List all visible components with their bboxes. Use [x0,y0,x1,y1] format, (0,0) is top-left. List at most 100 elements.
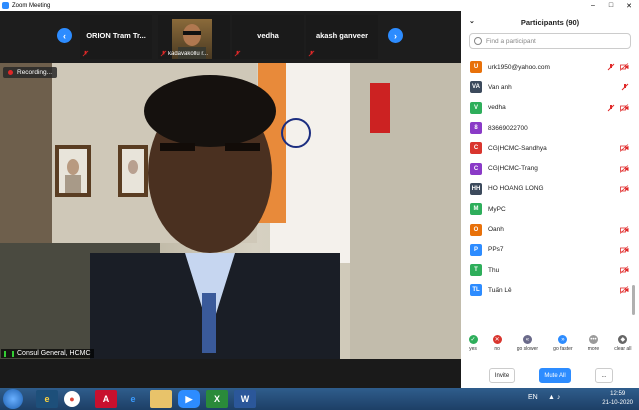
reaction-go-faster-button[interactable]: » go faster [553,335,573,359]
recording-indicator[interactable]: Recording... [3,67,58,78]
thumbnail-name: ORION Tram Tr... [86,31,146,40]
participant-search-input[interactable]: Find a participant [469,33,631,49]
avatar: VA [470,81,482,94]
participant-name: MyPC [488,205,506,213]
reaction-icon: ••• [588,335,598,344]
search-placeholder: Find a participant [486,37,536,45]
participant-row[interactable]: T Thu [461,260,639,280]
edge-icon[interactable]: e [122,390,144,408]
video-off-icon [620,185,629,193]
more-options-button[interactable]: ... [595,368,613,383]
recording-label: Recording... [17,69,53,76]
thumbnail-tile[interactable]: akash ganveer [306,15,378,59]
participant-status-icons [620,144,629,153]
participant-row[interactable]: C CG|HCMC-Sandhya [461,138,639,158]
recording-dot-icon [8,70,13,75]
taskbar-clock[interactable]: 12:59 21-10-2020 [602,390,633,408]
participant-list-scrollbar[interactable] [632,285,635,315]
avatar: M [470,203,482,216]
avatar: 8 [470,122,482,135]
thumbnail-tile[interactable]: kadavakollu r... [158,15,230,59]
participant-row[interactable]: O Oanh [461,219,639,239]
excel-icon[interactable]: X [206,390,228,408]
participants-panel: ⌄ Participants (90) Find a participant U… [461,11,639,388]
nonverbal-feedback-bar: ✓ yes ✕ no « go slower » go faster ••• more ◆ clear… [461,335,639,359]
participant-status-icons [607,63,629,71]
close-button[interactable]: ✕ [621,0,637,11]
clock-time: 12:59 [610,391,626,397]
zoom-app-icon[interactable]: ▶ [178,390,200,408]
reaction-no-button[interactable]: ✕ no [492,335,502,359]
reaction-yes-button[interactable]: ✓ yes [468,335,478,359]
speaker-scene [0,63,461,359]
reaction-label: clear all [614,346,632,352]
participant-status-icons [620,225,629,234]
tray-language[interactable]: EN [528,394,538,401]
thumbnail-name: akash ganveer [315,31,369,40]
file-explorer-icon[interactable] [150,390,172,408]
thumbnail-name: kadavakollu r... [168,51,209,57]
participant-name: Oanh [488,226,504,234]
participant-row[interactable]: TL Tuấn Lê [461,280,639,300]
mute-all-button[interactable]: Mute All [539,368,571,383]
minimize-button[interactable]: – [585,0,601,11]
reaction-label: more [587,346,600,352]
participant-name: 83669022700 [488,124,528,132]
participants-header: ⌄ Participants (90) [461,11,639,33]
participant-row[interactable]: 8 83669022700 [461,118,639,138]
collapse-chevron-icon[interactable]: ⌄ [469,17,475,25]
word-icon[interactable]: W [234,390,256,408]
participant-name: urk1950@yahoo.com [488,63,550,71]
participant-row[interactable]: C CG|HCMC-Trang [461,158,639,178]
video-off-icon [620,63,629,71]
clock-date: 21-10-2020 [602,400,633,406]
audio-level-icon [4,350,14,357]
participant-row[interactable]: P PPs7 [461,240,639,260]
participant-status-icons [620,246,629,254]
participant-status-icons [620,164,629,173]
participant-row[interactable]: VA Van anh [461,77,639,97]
ie-icon[interactable]: e [36,390,58,408]
avatar: P [470,243,482,256]
reaction-more-button[interactable]: ••• more [588,335,599,359]
video-off-icon [620,266,629,274]
active-speaker-video[interactable]: Recording... Consul General, HCMC [0,63,461,359]
zoom-logo-icon [2,2,9,9]
window-titlebar: Zoom Meeting – □ ✕ [0,0,639,11]
participant-row[interactable]: HH HO HOANG LONG [461,179,639,199]
video-off-icon [620,164,629,173]
participant-row[interactable]: M MyPC [461,199,639,219]
chrome-icon[interactable]: ● [64,391,80,407]
participant-name: Thu [488,266,500,274]
participant-status-icons [620,266,629,274]
mic-muted-icon [607,104,615,112]
start-button[interactable] [3,389,23,409]
video-off-icon [620,286,629,295]
tray-icons[interactable]: ▲ ♪ [548,394,560,401]
invite-button[interactable]: Invite [489,368,515,383]
reaction-label: yes [469,346,477,352]
reaction-go-slower-button[interactable]: « go slower [517,335,538,359]
participant-row[interactable]: Uurk1950@yahoo.com [461,57,639,77]
participant-status-icons [620,185,629,193]
reaction-icon: ✓ [468,335,478,344]
reaction-icon: » [558,335,568,344]
avatar: HH [470,182,482,195]
avatar: O [470,223,482,236]
pdf-reader-icon[interactable]: A [95,390,117,408]
search-icon [474,37,482,45]
maximize-button[interactable]: □ [603,0,619,11]
reaction-label: no [494,346,500,352]
reaction-clear-all-button[interactable]: ◆ clear all [614,335,631,359]
participant-row[interactable]: Vvedha [461,98,639,118]
video-off-icon [620,144,629,153]
participants-title: Participants (90) [520,17,580,27]
participant-name: PPs7 [488,246,504,254]
participant-list: Uurk1950@yahoo.com VA Van anh Vvedha 8 836690… [461,57,639,301]
mic-muted-icon [308,50,315,57]
next-page-button[interactable]: › [388,28,403,43]
mic-muted-icon [621,84,629,91]
previous-page-button[interactable]: ‹ [57,28,72,43]
thumbnail-tile[interactable]: vedha [232,15,304,59]
thumbnail-tile[interactable]: ORION Tram Tr... [80,15,152,59]
